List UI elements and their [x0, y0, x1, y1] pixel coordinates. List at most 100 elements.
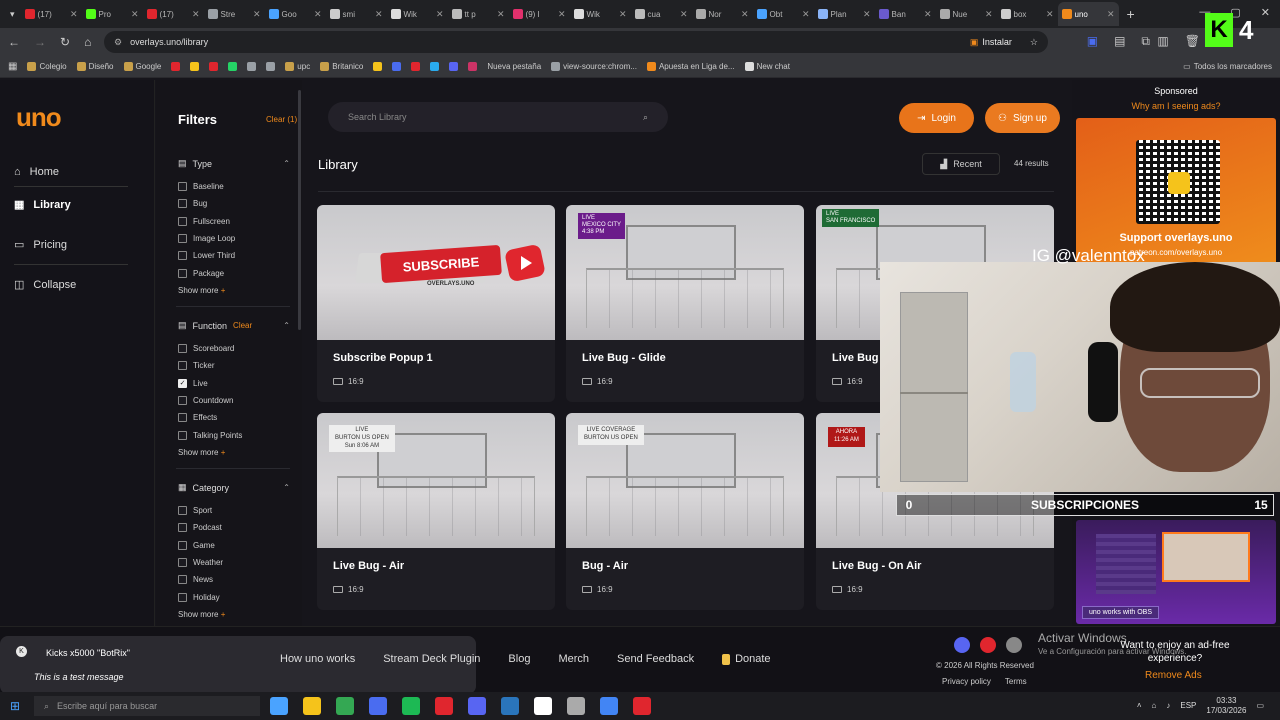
home-icon[interactable]: ⌂ — [84, 35, 91, 49]
footer-link[interactable]: Merch — [558, 653, 589, 665]
browser-tab[interactable]: Goo ✕ — [265, 2, 326, 26]
checkbox[interactable] — [178, 557, 187, 567]
browser-tab[interactable]: Nor ✕ — [692, 2, 753, 26]
show-more-link[interactable]: Show more + — [178, 610, 225, 619]
browser-tab[interactable]: (17) ✕ — [143, 2, 204, 26]
checkbox[interactable] — [178, 268, 187, 278]
bookmark-item[interactable] — [228, 62, 238, 71]
bookmark-item[interactable] — [449, 62, 459, 71]
filter-option[interactable]: Holiday — [178, 592, 220, 602]
tab-close-icon[interactable]: ✕ — [497, 9, 505, 20]
remove-ads-link[interactable]: Remove Ads — [1145, 670, 1202, 681]
why-ads-link[interactable]: Why am I seeing ads? — [1072, 101, 1280, 111]
browser-tab[interactable]: Wik ✕ — [570, 2, 631, 26]
obs-ad[interactable]: uno works with OBS — [1076, 520, 1276, 624]
signup-button[interactable]: ⚇ Sign up — [985, 103, 1060, 133]
delete-icon[interactable]: 🗑 — [1185, 34, 1200, 48]
tab-close-icon[interactable]: ✕ — [1107, 9, 1115, 20]
back-icon[interactable]: ← — [8, 35, 20, 49]
show-more-link[interactable]: Show more + — [178, 448, 225, 457]
forward-icon[interactable]: → — [34, 35, 46, 49]
taskbar-app-icon[interactable] — [468, 697, 486, 715]
checkbox[interactable] — [178, 251, 187, 261]
filter-section-clear[interactable]: Clear — [233, 321, 252, 330]
filter-option[interactable]: Podcast — [178, 523, 222, 533]
tray-chevron-icon[interactable]: ˄ — [1137, 701, 1142, 710]
filter-option[interactable]: Effects — [178, 413, 217, 423]
checkbox[interactable] — [178, 344, 187, 353]
checkbox[interactable] — [178, 361, 187, 371]
filter-section-function[interactable]: ▤ Function Clear ⌃ — [178, 320, 290, 331]
filter-option[interactable]: Ticker — [178, 361, 214, 371]
library-card[interactable]: LIVE BURTON US OPEN Sun 8:06 AM Live Bug -… — [317, 413, 555, 610]
youtube-icon[interactable] — [980, 637, 996, 653]
bookmark-item[interactable]: Diseño — [76, 62, 114, 71]
tab-close-icon[interactable]: ✕ — [436, 9, 444, 20]
network-icon[interactable]: ⌂ — [1152, 701, 1157, 710]
checkbox[interactable] — [178, 182, 187, 191]
taskbar-app-icon[interactable] — [501, 697, 519, 715]
filter-option[interactable]: Package — [178, 268, 224, 278]
filter-option[interactable]: Image Loop — [178, 233, 235, 243]
all-bookmarks[interactable]: ▭ Todos los marcadores — [1183, 62, 1272, 71]
tab-close-icon[interactable]: ✕ — [70, 9, 78, 20]
bookmark-item[interactable]: Britanico — [320, 62, 363, 71]
bookmark-item[interactable] — [392, 62, 402, 71]
browser-tab[interactable]: box ✕ — [997, 2, 1058, 26]
browser-tab[interactable]: Plan ✕ — [814, 2, 875, 26]
footer-link[interactable]: Blog — [508, 653, 530, 665]
chevron-up-icon[interactable]: ⌃ — [283, 321, 290, 330]
taskbar-app-icon[interactable] — [336, 697, 354, 715]
taskbar-app-icon[interactable] — [567, 697, 585, 715]
taskbar-search-input[interactable]: ⌕ Escribe aquí para buscar — [34, 696, 260, 716]
info-icon[interactable] — [1006, 637, 1022, 653]
bookmark-item[interactable] — [411, 62, 421, 71]
browser-tab[interactable]: (9) I ✕ — [509, 2, 570, 26]
filter-option[interactable]: News — [178, 575, 213, 585]
checkbox[interactable] — [178, 506, 187, 515]
tab-close-icon[interactable]: ✕ — [1046, 9, 1054, 20]
notifications-icon[interactable]: ▭ — [1256, 701, 1264, 710]
bookmark-item[interactable]: Google — [123, 62, 161, 71]
taskbar-app-icon[interactable] — [633, 697, 651, 715]
filter-option[interactable]: Lower Third — [178, 251, 235, 261]
bookmark-item[interactable]: Apuesta en Liga de... — [646, 62, 735, 71]
tab-close-icon[interactable]: ✕ — [863, 9, 871, 20]
bookmark-item[interactable]: Nueva pestaña — [487, 62, 541, 71]
bookmark-item[interactable] — [266, 62, 276, 71]
taskbar-app-icon[interactable] — [402, 697, 420, 715]
bookmark-item[interactable] — [209, 62, 219, 71]
search-icon[interactable]: ⌕ — [643, 112, 648, 123]
taskbar-app-icon[interactable] — [303, 697, 321, 715]
bookmark-item[interactable]: view-source:chrom... — [551, 62, 637, 71]
tab-close-icon[interactable]: ✕ — [924, 9, 932, 20]
extension-icon[interactable]: ▣ — [1087, 34, 1098, 49]
browser-tab[interactable]: tt p ✕ — [448, 2, 509, 26]
checkbox[interactable] — [178, 233, 187, 243]
chevron-up-icon[interactable]: ⌃ — [283, 159, 290, 168]
browser-tab[interactable]: Obt ✕ — [753, 2, 814, 26]
filter-option[interactable]: Bug — [178, 199, 207, 209]
search-input[interactable]: Search Library ⌕ — [328, 102, 668, 132]
browser-tab[interactable]: (17) ✕ — [21, 2, 82, 26]
tab-close-icon[interactable]: ✕ — [619, 9, 627, 20]
bookmark-item[interactable]: New chat — [744, 62, 790, 71]
donate-link[interactable]: Donate — [722, 653, 771, 665]
volume-icon[interactable]: ♪ — [1166, 701, 1170, 710]
apps-grid-icon[interactable]: ▦ — [8, 61, 17, 72]
bookmark-item[interactable] — [373, 62, 383, 71]
filter-section-category[interactable]: ▦ Category ⌃ — [178, 482, 290, 493]
taskbar-app-icon[interactable] — [435, 697, 453, 715]
tab-close-icon[interactable]: ✕ — [558, 9, 566, 20]
checkbox[interactable] — [178, 216, 187, 226]
sidebar-item-pricing[interactable]: ▭ Pricing — [14, 238, 67, 252]
checkbox[interactable] — [178, 540, 187, 550]
library-card[interactable]: LIVE MEXICO CITY 4:38 PM Live Bug - Glide 1… — [566, 205, 804, 402]
filter-option[interactable]: Game — [178, 540, 215, 550]
tab-close-icon[interactable]: ✕ — [802, 9, 810, 20]
checkbox[interactable] — [178, 395, 187, 405]
bookmark-item[interactable]: upc — [285, 62, 310, 71]
checkbox[interactable] — [178, 523, 187, 533]
footer-link[interactable]: Send Feedback — [617, 653, 694, 665]
privacy-link[interactable]: Privacy policy — [942, 677, 991, 686]
